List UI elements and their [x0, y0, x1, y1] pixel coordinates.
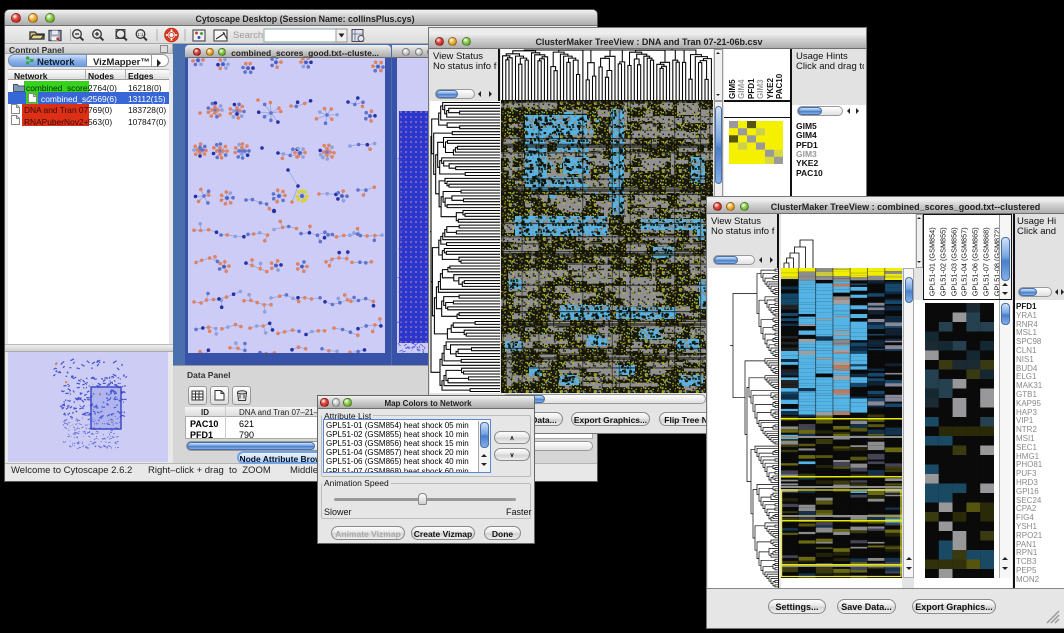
svg-text:1:1: 1:1: [137, 32, 144, 37]
svg-text:Search:: Search:: [233, 30, 266, 41]
